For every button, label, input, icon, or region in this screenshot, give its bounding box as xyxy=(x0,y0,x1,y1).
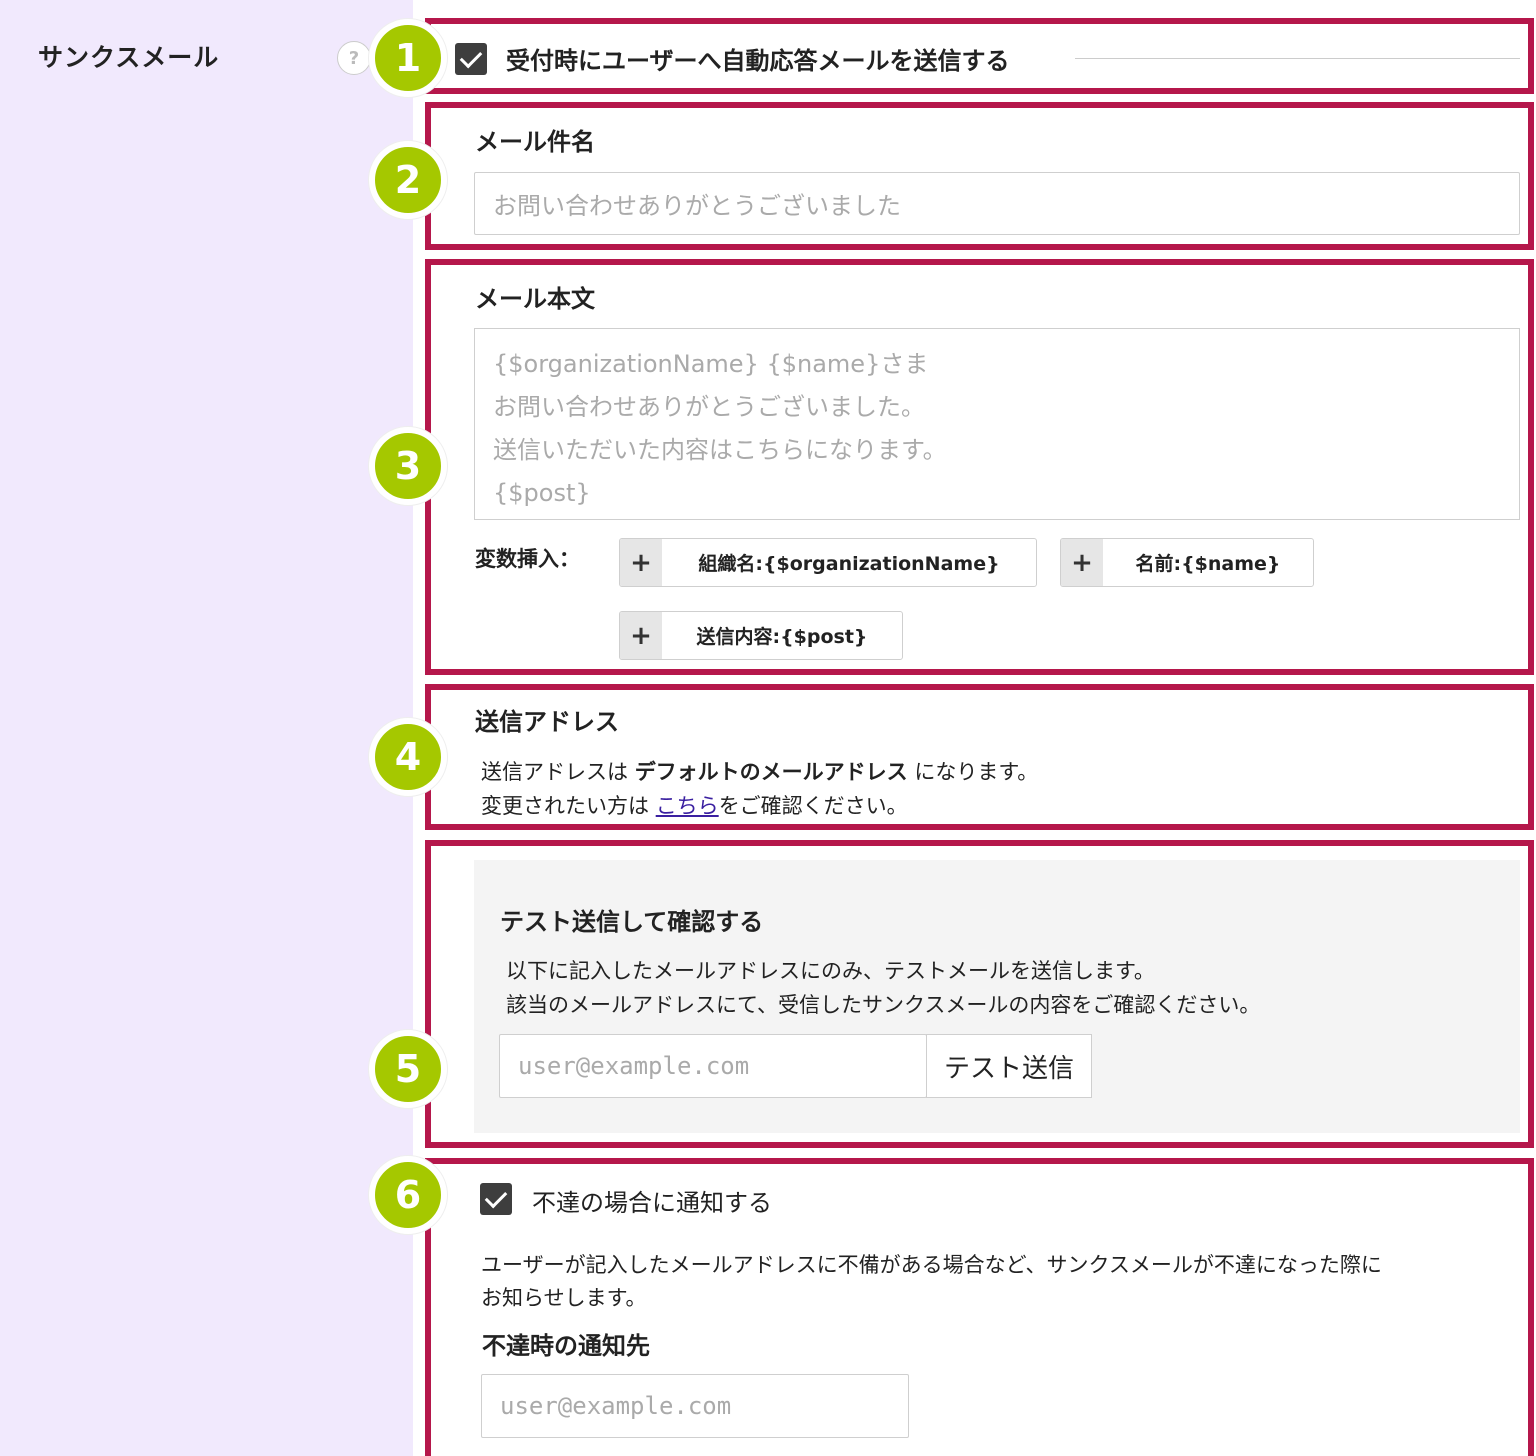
variable-label: 名前:{$name} xyxy=(1135,553,1281,575)
body-textarea[interactable]: {$organizationName} {$name}さま お問い合わせありがと… xyxy=(474,328,1520,520)
body-label: メール本文 xyxy=(475,285,595,313)
insert-name-button[interactable]: + 名前:{$name} xyxy=(1060,538,1314,587)
text-suffix: をご確認ください。 xyxy=(718,794,908,818)
variable-label: 送信内容:{$post} xyxy=(696,626,868,648)
badge-5: 5 xyxy=(369,1030,447,1108)
variable-insert-label: 変数挿入： xyxy=(475,547,580,571)
settings-link[interactable]: こちら xyxy=(656,794,719,818)
test-send-description-2: 該当のメールアドレスにて、受信したサンクスメールの内容をご確認ください。 xyxy=(506,993,1261,1017)
bounce-description-1: ユーザーが記入したメールアドレスに不備がある場合など、サンクスメールが不達になっ… xyxy=(481,1253,1382,1277)
text-prefix: 変更されたい方は xyxy=(481,794,649,818)
bounce-notify-checkbox[interactable] xyxy=(480,1183,512,1215)
test-send-button[interactable]: テスト送信 xyxy=(926,1034,1092,1098)
auto-reply-checkbox[interactable] xyxy=(455,43,487,75)
bounce-description-2: お知らせします。 xyxy=(481,1286,647,1310)
insert-organization-name-button[interactable]: + 組織名:{$organizationName} xyxy=(619,538,1037,587)
badge-3: 3 xyxy=(369,427,447,505)
subject-label: メール件名 xyxy=(475,128,595,156)
variable-label: 組織名:{$organizationName} xyxy=(698,553,1000,575)
default-address-text: デフォルトのメールアドレス xyxy=(634,760,908,784)
plus-icon: + xyxy=(1061,539,1103,586)
bounce-notify-label: 不達の場合に通知する xyxy=(532,1189,772,1217)
badge-4: 4 xyxy=(369,718,447,796)
badge-2: 2 xyxy=(369,141,447,219)
test-email-input[interactable]: user@example.com xyxy=(499,1034,927,1098)
subject-input[interactable]: お問い合わせありがとうございました xyxy=(474,172,1520,235)
bounce-notify-address-label: 不達時の通知先 xyxy=(482,1332,650,1360)
section-title: サンクスメール xyxy=(38,43,220,72)
sender-address-line-1: 送信アドレスは デフォルトのメールアドレス になります。 xyxy=(481,756,1038,786)
test-send-title: テスト送信して確認する xyxy=(500,908,764,936)
auto-reply-label: 受付時にユーザーへ自動応答メールを送信する xyxy=(506,47,1010,75)
insert-post-button[interactable]: + 送信内容:{$post} xyxy=(619,611,903,660)
text-prefix: 送信アドレスは xyxy=(481,760,628,784)
plus-icon: + xyxy=(620,612,662,659)
test-send-description-1: 以下に記入したメールアドレスにのみ、テストメールを送信します。 xyxy=(506,959,1155,983)
sender-address-line-2: 変更されたい方は こちらをご確認ください。 xyxy=(481,790,908,820)
text-suffix: になります。 xyxy=(914,760,1039,784)
divider xyxy=(1075,58,1520,59)
bounce-email-input[interactable]: user@example.com xyxy=(481,1374,909,1438)
badge-1: 1 xyxy=(369,19,447,97)
sender-address-label: 送信アドレス xyxy=(475,708,619,736)
sidebar: サンクスメール ? xyxy=(0,0,413,1456)
badge-6: 6 xyxy=(369,1156,447,1234)
plus-icon: + xyxy=(620,539,662,586)
help-icon[interactable]: ? xyxy=(337,41,371,75)
